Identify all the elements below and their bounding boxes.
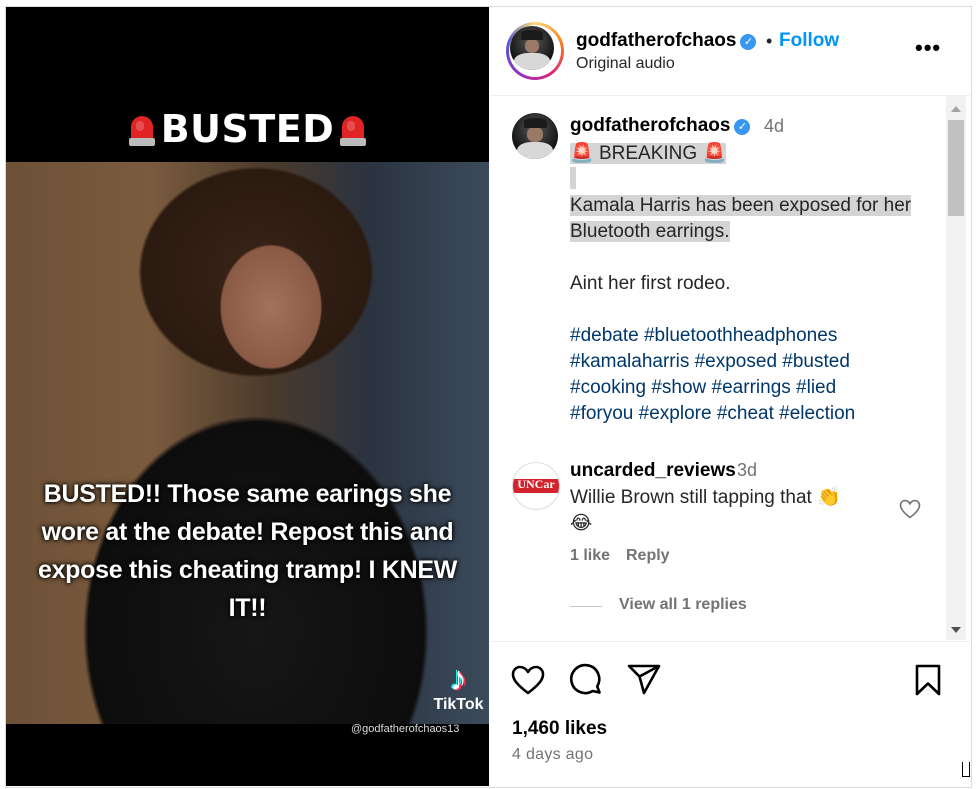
hashtag-link[interactable]: #foryou xyxy=(570,403,633,424)
verified-icon: ✓ xyxy=(734,119,751,135)
hashtag-link[interactable]: #earrings xyxy=(712,377,791,398)
caption-author-avatar[interactable] xyxy=(512,113,558,159)
tiktok-watermark: ♪ TikTok xyxy=(426,662,489,714)
hashtag-link[interactable]: #cheat xyxy=(717,403,774,424)
hashtags: #debate #bluetoothheadphones #kamalaharr… xyxy=(570,325,855,424)
post-media[interactable]: BUSTED BUSTED!! Those same earings she w… xyxy=(6,7,489,786)
comment-time[interactable]: 3d xyxy=(737,460,757,481)
post-panel: godfatherofchaos ✓ • Follow Original audi… xyxy=(490,7,970,786)
hashtag-link[interactable]: #cooking xyxy=(570,377,646,398)
audio-label[interactable]: Original audio xyxy=(576,55,675,73)
tiktok-brand: TikTok xyxy=(433,696,484,713)
separator-dot: • xyxy=(766,31,773,51)
hashtag-link[interactable]: #show xyxy=(651,377,706,398)
caption-time[interactable]: 4d xyxy=(764,116,784,137)
likes-count[interactable]: 1,460 likes xyxy=(512,718,607,740)
author-username[interactable]: godfatherofchaos ✓ xyxy=(576,30,757,52)
hashtag-link[interactable]: #busted xyxy=(782,351,850,372)
hashtag-link[interactable]: #lied xyxy=(796,377,836,398)
bookmark-icon[interactable] xyxy=(910,662,946,698)
hashtag-link[interactable]: #explore xyxy=(639,403,712,424)
heart-icon[interactable] xyxy=(510,662,546,698)
siren-icon xyxy=(127,112,157,146)
verified-icon: ✓ xyxy=(740,34,757,50)
hashtag-link[interactable]: #bluetoothheadphones xyxy=(644,325,837,346)
comments-section[interactable]: godfatherofchaos ✓ 4d 🚨 BREAKING 🚨 Kamala… xyxy=(490,96,942,640)
caption-line-2: Aint her first rodeo. xyxy=(570,273,731,294)
view-replies-line xyxy=(570,606,602,607)
hashtag-link[interactable]: #exposed xyxy=(695,351,777,372)
caption-username[interactable]: godfatherofchaos ✓ xyxy=(570,115,751,137)
post-actions: 1,460 likes 4 days ago xyxy=(490,641,970,787)
more-icon[interactable]: ••• xyxy=(915,35,941,61)
scroll-down-icon[interactable] xyxy=(951,627,961,633)
comment-likes[interactable]: 1 like xyxy=(570,547,610,565)
video-top-caption: BUSTED xyxy=(6,107,489,151)
hashtag-link[interactable]: #election xyxy=(779,403,855,424)
view-replies-button[interactable]: View all 1 replies xyxy=(619,596,747,614)
tiktok-handle: @godfatherofchaos13 xyxy=(351,723,460,735)
reply-button[interactable]: Reply xyxy=(626,547,670,565)
hashtag-link[interactable]: #kamalaharris xyxy=(570,351,689,372)
text-cursor-icon xyxy=(962,762,970,777)
siren-icon: 🚨 xyxy=(702,143,727,164)
comment-text: Willie Brown still tapping that 👏 😂 xyxy=(570,487,841,534)
share-icon[interactable] xyxy=(626,662,662,698)
caption-text: 🚨 BREAKING 🚨 Kamala Harris has been expo… xyxy=(570,141,930,427)
caption-line-1: Kamala Harris has been exposed for her B… xyxy=(570,195,912,242)
video-frame[interactable] xyxy=(6,162,489,724)
post-header: godfatherofchaos ✓ • Follow Original audi… xyxy=(490,7,970,96)
commenter-username[interactable]: uncarded_reviews xyxy=(570,460,736,482)
scroll-up-icon[interactable] xyxy=(951,106,961,112)
post-time[interactable]: 4 days ago xyxy=(512,746,593,764)
commenter-avatar[interactable]: UNCar xyxy=(512,462,560,510)
hashtag-link[interactable]: #debate xyxy=(570,325,639,346)
comments-scrollbar[interactable] xyxy=(946,96,966,640)
author-avatar[interactable] xyxy=(506,22,564,80)
tiktok-logo-icon: ♪ xyxy=(450,660,467,698)
siren-icon xyxy=(338,112,368,146)
breaking-label: BREAKING xyxy=(598,143,698,164)
follow-button[interactable]: Follow xyxy=(779,30,839,52)
video-overlay-text: BUSTED!! Those same earings she wore at … xyxy=(37,480,458,622)
siren-icon: 🚨 xyxy=(570,143,594,164)
scrollbar-thumb[interactable] xyxy=(948,120,964,216)
comment-icon[interactable] xyxy=(568,662,604,698)
heart-icon[interactable] xyxy=(898,497,922,521)
